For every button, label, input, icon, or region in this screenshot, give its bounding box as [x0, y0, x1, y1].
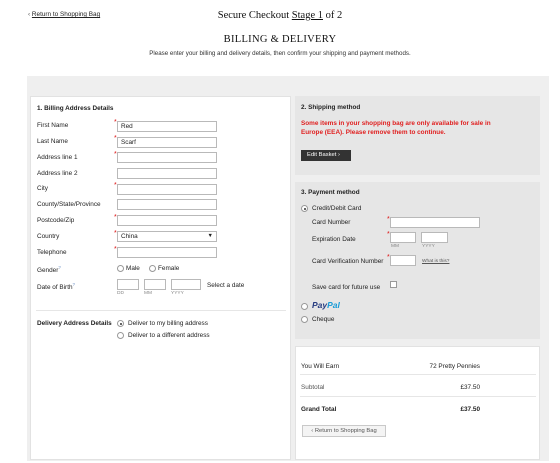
grand-total-value: £37.50 [460, 406, 480, 413]
dob-month-hint: MM [144, 291, 152, 296]
earn-label: You Will Earn [301, 363, 340, 370]
expiry-month-hint: MM [391, 244, 399, 249]
dropdown-arrow-icon: ▼ [207, 233, 213, 239]
paypal-radio[interactable] [301, 303, 308, 310]
first-name-field[interactable]: Red [117, 121, 217, 132]
help-icon[interactable]: ? [58, 265, 61, 270]
stage-indicator: Stage 1 [291, 10, 323, 21]
what-is-this-link[interactable]: What is this? [422, 259, 449, 264]
save-card-label: Save card for future use [312, 284, 381, 291]
gender-female-radio[interactable] [149, 265, 156, 272]
deliver-different-label: Deliver to a different address [128, 332, 210, 339]
gender-male-label: Male [126, 265, 140, 272]
credit-card-radio[interactable] [301, 205, 308, 212]
first-name-label: First Name [37, 122, 69, 129]
deliver-different-radio[interactable] [117, 332, 124, 339]
summary-divider [300, 374, 536, 375]
address2-field[interactable] [117, 168, 217, 179]
city-label: City [37, 185, 49, 192]
checkout-stage-heading: Secure Checkout Stage 1 of 2 [217, 10, 343, 21]
billing-panel [30, 96, 291, 460]
subtotal-label: Subtotal [301, 384, 325, 391]
credit-card-label: Credit/Debit Card [312, 205, 362, 212]
expiry-year-field[interactable] [421, 232, 448, 243]
select-date-link[interactable]: Select a date [207, 282, 244, 289]
edit-basket-button[interactable]: Edit Basket › [301, 150, 351, 161]
gender-male-radio[interactable] [117, 265, 124, 272]
cvn-field[interactable] [390, 255, 416, 266]
card-number-label: Card Number [312, 219, 351, 226]
chevron-right-icon: › [336, 152, 340, 158]
cheque-radio[interactable] [301, 316, 308, 323]
postcode-field[interactable] [117, 215, 217, 226]
dob-year-field[interactable] [171, 279, 201, 290]
card-number-field[interactable] [390, 217, 480, 228]
deliver-billing-label: Deliver to my billing address [128, 320, 208, 327]
city-field[interactable] [117, 184, 217, 195]
address1-label: Address line 1 [37, 154, 78, 161]
expiry-label: Expiration Date [312, 236, 356, 243]
county-field[interactable] [117, 199, 217, 210]
shipping-warning: Some items in your shopping bag are only… [301, 120, 491, 136]
country-select-value: China [121, 233, 138, 240]
country-label: Country [37, 233, 60, 240]
county-label: County/State/Province [37, 201, 101, 208]
payment-section-title: 3. Payment method [301, 189, 360, 196]
checkout-instructions: Please enter your billing and delivery d… [149, 50, 411, 57]
billing-divider [36, 310, 286, 311]
gender-female-label: Female [158, 265, 180, 272]
delivery-label: Delivery Address Details [37, 320, 112, 327]
country-select[interactable]: China ▼ [117, 231, 217, 242]
dob-year-hint: YYYY [171, 291, 184, 296]
dob-day-hint: DD [117, 291, 124, 296]
telephone-label: Telephone [37, 249, 67, 256]
subtotal-value: £37.50 [460, 384, 480, 391]
save-card-checkbox[interactable] [390, 281, 397, 288]
cvn-label: Card Verification Number [312, 258, 384, 265]
help-icon[interactable]: ? [73, 282, 76, 287]
last-name-field[interactable]: Scarf [117, 137, 217, 148]
dob-label: Date of Birth? [37, 282, 76, 292]
gender-label: Gender? [37, 265, 61, 275]
dob-month-field[interactable] [144, 279, 166, 290]
earn-value: 72 Pretty Pennies [429, 363, 480, 370]
shipping-section-title: 2. Shipping method [301, 104, 361, 111]
billing-section-title: 1. Billing Address Details [37, 105, 114, 112]
deliver-billing-radio[interactable] [117, 320, 124, 327]
address1-field[interactable] [117, 152, 217, 163]
expiry-year-hint: YYYY [422, 244, 435, 249]
grand-total-label: Grand Total [301, 406, 337, 413]
cheque-label: Cheque [312, 316, 335, 323]
paypal-logo: PayPal [312, 300, 340, 310]
dob-day-field[interactable] [117, 279, 139, 290]
summary-divider [300, 396, 536, 397]
postcode-label: Postcode/Zip [37, 217, 75, 224]
last-name-label: Last Name [37, 138, 68, 145]
page-title: BILLING & DELIVERY [223, 34, 337, 45]
expiry-month-field[interactable] [390, 232, 416, 243]
return-to-bag-button[interactable]: ‹ Return to Shopping Bag [302, 425, 386, 437]
telephone-field[interactable] [117, 247, 217, 258]
address2-label: Address line 2 [37, 170, 78, 177]
